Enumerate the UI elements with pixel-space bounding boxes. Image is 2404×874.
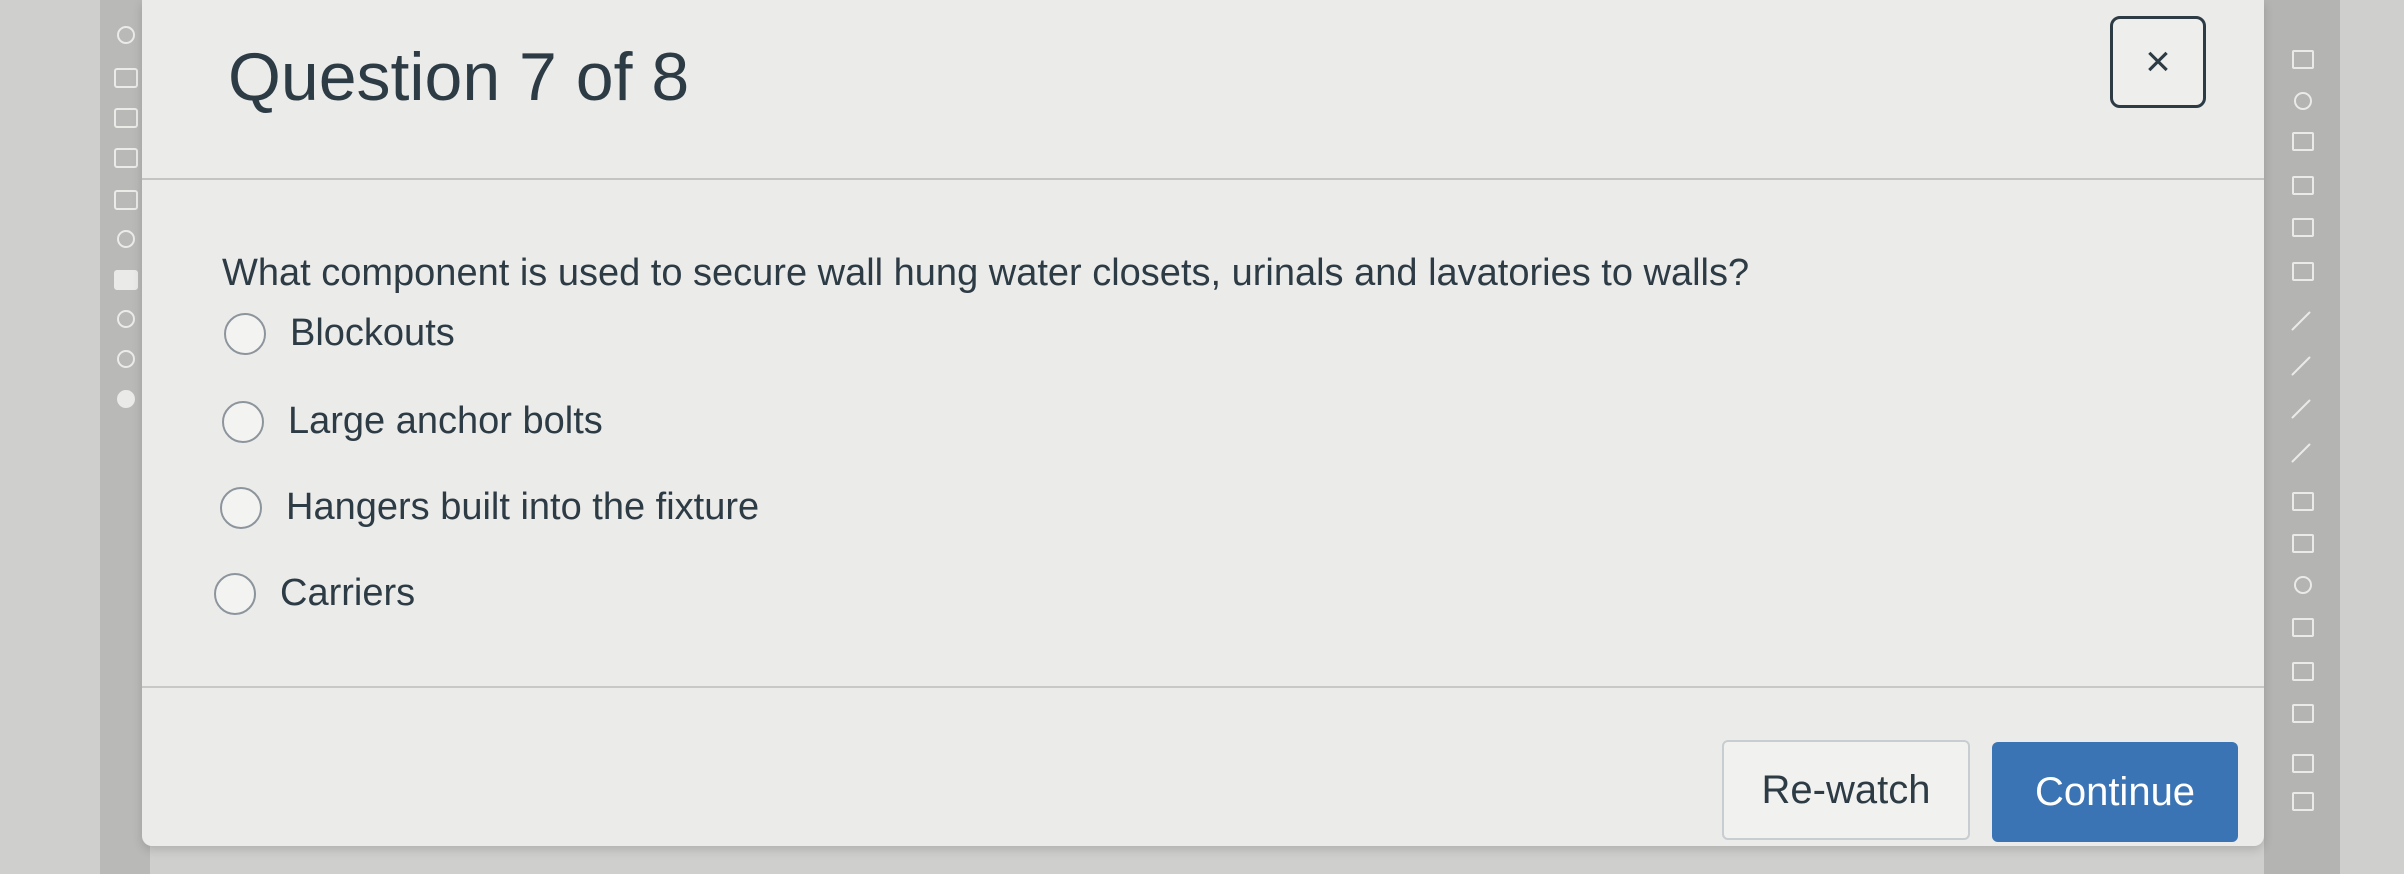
toolbar-tool-icon[interactable] [2292,792,2314,811]
answer-option-label: Hangers built into the fixture [286,486,760,528]
toolbar-tool-icon[interactable] [114,148,138,168]
question-modal: Question 7 of 8 × What component is used… [142,0,2264,846]
toolbar-tool-icon[interactable] [2292,618,2314,637]
answer-option-hangers[interactable]: Hangers built into the fixture [220,486,759,529]
radio-icon[interactable] [224,312,266,355]
toolbar-tool-icon[interactable] [114,68,138,88]
toolbar-tool-icon[interactable] [2292,662,2314,681]
toolbar-tool-icon[interactable] [114,190,138,210]
toolbar-tool-icon[interactable] [2292,132,2314,151]
toolbar-tool-icon[interactable] [2294,576,2312,594]
toolbar-tool-icon[interactable] [2291,311,2311,331]
toolbar-tool-icon[interactable] [117,390,135,408]
toolbar-tool-icon[interactable] [2292,262,2314,281]
question-body: What component is used to secure wall hu… [142,180,2264,686]
radio-icon[interactable] [222,400,264,443]
page-title: Question 7 of 8 [228,39,690,115]
toolbar-tool-icon[interactable] [2292,50,2314,69]
radio-icon[interactable] [220,486,262,529]
answer-option-blockouts[interactable]: Blockouts [224,312,455,355]
continue-button[interactable]: Continue [1992,742,2238,842]
toolbar-tool-icon[interactable] [2292,704,2314,723]
close-icon: × [2145,37,2171,86]
toolbar-tool-icon[interactable] [117,350,135,368]
toolbar-tool-icon[interactable] [2291,443,2311,463]
toolbar-tool-icon[interactable] [2292,754,2314,773]
right-annotation-toolbar [2264,0,2340,874]
toolbar-tool-icon[interactable] [2292,176,2314,195]
answer-option-label: Blockouts [290,312,455,354]
toolbar-tool-icon[interactable] [2292,218,2314,237]
toolbar-tool-icon[interactable] [2292,534,2314,553]
toolbar-tool-icon[interactable] [2291,356,2311,376]
answer-option-label: Carriers [280,572,416,614]
toolbar-tool-icon[interactable] [2292,492,2314,511]
radio-icon[interactable] [214,572,256,615]
toolbar-tool-icon[interactable] [114,270,138,290]
answer-option-large-anchor-bolts[interactable]: Large anchor bolts [222,400,603,443]
answer-option-carriers[interactable]: Carriers [214,572,415,615]
toolbar-tool-icon[interactable] [114,108,138,128]
toolbar-tool-icon[interactable] [117,310,135,328]
question-text: What component is used to secure wall hu… [222,252,1750,294]
close-button[interactable]: × [2110,16,2206,108]
modal-footer: Re-watch Continue [142,686,2264,848]
modal-header: Question 7 of 8 × [142,0,2264,180]
toolbar-tool-icon[interactable] [2294,92,2312,110]
rewatch-button[interactable]: Re-watch [1722,740,1970,840]
toolbar-tool-icon[interactable] [2291,399,2311,419]
toolbar-tool-icon[interactable] [117,26,135,44]
answer-option-label: Large anchor bolts [288,400,603,442]
toolbar-tool-icon[interactable] [117,230,135,248]
